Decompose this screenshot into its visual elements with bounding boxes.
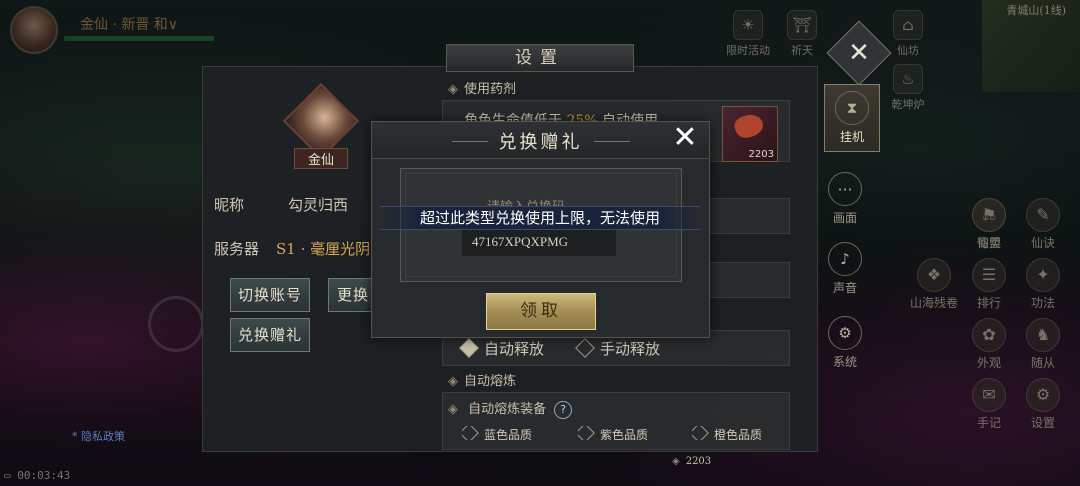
quality-label: 橙色品质: [714, 428, 763, 440]
claim-button[interactable]: 领取: [486, 293, 596, 330]
radio-checked-icon: [459, 338, 479, 358]
auto-release-label: 自动释放: [484, 340, 545, 358]
bottom-count: 2203: [672, 456, 711, 467]
switch-account-button[interactable]: 切换账号: [230, 278, 310, 312]
radio-unchecked-icon: [692, 426, 709, 440]
help-icon[interactable]: ?: [554, 401, 573, 419]
quality-purple-option[interactable]: 紫色品质: [578, 426, 648, 440]
dialog-title: 兑换赠礼: [498, 132, 583, 153]
ear-icon: ♪: [828, 242, 862, 276]
potion-item-slot[interactable]: 2203: [722, 106, 778, 162]
section-smelt: 自动熔炼: [448, 370, 516, 389]
tab-sound[interactable]: ♪ 声音: [818, 242, 872, 296]
bottom-count-value: 2203: [685, 456, 712, 467]
redeem-code-field[interactable]: 47167XPQXPMG: [462, 228, 616, 256]
section-potion: 使用药剂: [448, 78, 516, 97]
tab-label: 系统: [832, 355, 857, 369]
smelt-equip-text: 自动熔炼装备: [468, 402, 547, 417]
radio-unchecked-icon: [578, 426, 595, 440]
quality-blue-option[interactable]: 蓝色品质: [462, 426, 532, 440]
tab-system[interactable]: ⚙ 系统: [818, 316, 872, 370]
server-value: S1 · 毫厘光阴: [276, 240, 371, 258]
settings-title-bar: 设置: [446, 44, 634, 72]
tab-label: 声音: [832, 281, 857, 295]
quality-orange-option[interactable]: 橙色品质: [692, 426, 762, 440]
manual-release-label: 手动释放: [600, 340, 661, 358]
food-item-icon: [732, 110, 766, 142]
smelt-equip-label: 自动熔炼装备?: [448, 398, 573, 419]
error-toast: 超过此类型兑换使用上限，无法使用: [380, 206, 700, 230]
tab-display[interactable]: ⋯ 画面: [818, 172, 872, 226]
quality-label: 紫色品质: [600, 428, 649, 440]
tab-idle[interactable]: ⧗ 挂机: [824, 84, 880, 152]
radio-unchecked-icon: [575, 338, 595, 358]
potion-item-count: 2203: [748, 149, 774, 160]
title-ornament: [594, 141, 630, 142]
gear-icon: ⚙: [828, 316, 862, 350]
auto-release-radio[interactable]: 自动释放: [459, 338, 545, 359]
radio-unchecked-icon: [462, 426, 479, 440]
close-icon: ✕: [848, 38, 870, 68]
server-label: 服务器: [214, 240, 260, 258]
tab-label: 挂机: [839, 130, 864, 144]
character-name: 金仙: [294, 148, 348, 169]
nickname-label: 昵称: [214, 196, 245, 214]
redeem-gift-button[interactable]: 兑换赠礼: [230, 318, 310, 352]
dialog-header: 兑换赠礼: [372, 122, 709, 159]
dialog-close-button[interactable]: ✕: [668, 123, 702, 155]
settings-title: 设置: [515, 48, 565, 68]
display-icon: ⋯: [828, 172, 862, 206]
quality-label: 蓝色品质: [484, 428, 533, 440]
nickname-value: 勾灵归西: [288, 196, 349, 214]
manual-release-radio[interactable]: 手动释放: [575, 338, 661, 359]
hourglass-icon: ⧗: [835, 91, 869, 125]
privacy-link[interactable]: * 隐私政策: [72, 428, 125, 444]
tab-label: 画面: [832, 211, 857, 225]
